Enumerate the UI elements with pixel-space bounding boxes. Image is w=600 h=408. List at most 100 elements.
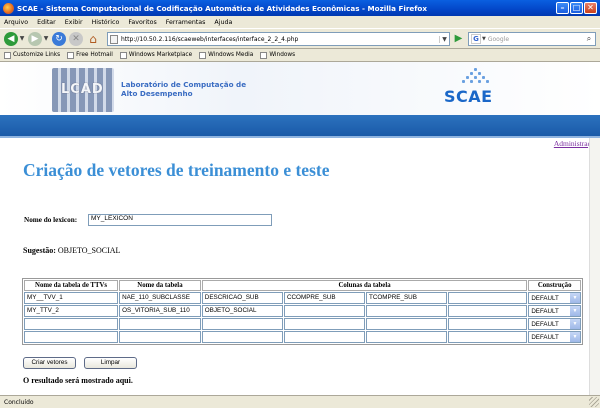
search-engine-dropdown-icon[interactable]: ▼ bbox=[482, 36, 486, 42]
search-input[interactable]: Google bbox=[488, 36, 509, 43]
lexicon-label: Nome do lexicon: bbox=[24, 216, 78, 224]
bookmark-windows-marketplace[interactable]: Windows Marketplace bbox=[119, 51, 192, 59]
menu-editar[interactable]: Editar bbox=[37, 19, 56, 26]
table-name-input[interactable] bbox=[119, 318, 201, 330]
result-text: O resultado será mostrado aqui. bbox=[23, 376, 133, 385]
header-ttv-name: Nome da tabela de TTVs bbox=[24, 280, 119, 291]
header-table-name: Nome da tabela bbox=[119, 280, 201, 291]
column-input-2[interactable] bbox=[283, 331, 365, 343]
column-input-3[interactable]: TCOMPRE_SUB bbox=[365, 292, 447, 304]
suggestion-label: Sugestão: bbox=[23, 246, 56, 255]
menu-ferramentas[interactable]: Ferramentas bbox=[166, 19, 206, 26]
lab-name: Laboratório de Computação de Alto Desemp… bbox=[121, 80, 247, 98]
site-banner: LCAD Laboratório de Computação de Alto D… bbox=[0, 62, 600, 115]
vertical-scrollbar[interactable] bbox=[589, 138, 600, 395]
ttv-name-input[interactable] bbox=[24, 331, 119, 343]
clear-button[interactable]: Limpar bbox=[84, 357, 137, 369]
close-button[interactable]: ✕ bbox=[584, 2, 597, 14]
table-name-input[interactable]: OS_VITORIA_SUB_110 bbox=[119, 305, 201, 317]
menu-bar: Arquivo Editar Exibir Histórico Favorito… bbox=[0, 16, 600, 28]
lcad-logo-text: LCAD bbox=[61, 82, 104, 97]
construction-select[interactable]: DEFAULT ▼ bbox=[528, 318, 581, 330]
bookmark-page-icon bbox=[199, 51, 207, 59]
table-name-input[interactable] bbox=[119, 331, 201, 343]
bookmark-page-icon bbox=[260, 51, 268, 59]
table-name-input[interactable]: NAE_110_SUBCLASSE bbox=[119, 292, 201, 304]
header-table-columns: Colunas da tabela bbox=[201, 280, 528, 291]
ttv-name-input[interactable]: MY_TTV_2 bbox=[24, 305, 119, 317]
table-row: MY__TVV_1 NAE_110_SUBCLASSE DESCRICAO_SU… bbox=[24, 292, 581, 304]
resize-grip-icon[interactable] bbox=[589, 397, 599, 407]
forward-arrow-icon[interactable]: ▶ bbox=[28, 31, 42, 46]
column-input-4[interactable] bbox=[447, 318, 528, 330]
column-input-1[interactable]: OBJETO_SOCIAL bbox=[201, 305, 283, 317]
bookmark-customize-links[interactable]: Customize Links bbox=[4, 51, 60, 59]
window-title: SCAE - Sistema Computacional de Codifica… bbox=[17, 3, 427, 13]
table-row: MY_TTV_2 OS_VITORIA_SUB_110 OBJETO_SOCIA… bbox=[24, 305, 581, 317]
maximize-button[interactable]: □ bbox=[570, 2, 583, 14]
suggestion-value: OBJETO_SOCIAL bbox=[57, 246, 121, 255]
column-input-3[interactable] bbox=[365, 305, 447, 317]
bookmark-free-hotmail[interactable]: Free Hotmail bbox=[67, 51, 113, 59]
home-icon[interactable]: ⌂ bbox=[86, 32, 100, 46]
search-box[interactable]: G ▼ Google ⌕ bbox=[468, 32, 596, 46]
address-bar[interactable]: http://10.50.2.116/scaeweb/interfaces/in… bbox=[107, 32, 450, 46]
ttv-name-input[interactable]: MY__TVV_1 bbox=[24, 292, 119, 304]
chevron-down-icon[interactable]: ▼ bbox=[570, 319, 580, 329]
menu-exibir[interactable]: Exibir bbox=[65, 19, 83, 26]
column-input-2[interactable] bbox=[283, 318, 365, 330]
bookmark-page-icon bbox=[4, 51, 11, 59]
stop-icon[interactable]: ✕ bbox=[69, 31, 83, 46]
forward-dropdown-icon[interactable]: ▼ bbox=[43, 32, 49, 46]
status-bar: Concluído bbox=[0, 395, 600, 408]
scae-dots-icon bbox=[458, 68, 494, 86]
back-arrow-icon[interactable]: ◀ bbox=[4, 31, 18, 46]
header-blue-bar bbox=[0, 115, 600, 136]
ttv-name-input[interactable] bbox=[24, 318, 119, 330]
address-dropdown-icon[interactable]: ▼ bbox=[439, 35, 449, 43]
suggestion: Sugestão: OBJETO_SOCIAL bbox=[23, 246, 120, 255]
bookmark-windows[interactable]: Windows bbox=[260, 51, 295, 59]
construction-select[interactable]: DEFAULT ▼ bbox=[528, 331, 581, 343]
bookmark-windows-media[interactable]: Windows Media bbox=[199, 51, 253, 59]
table-row: DEFAULT ▼ bbox=[24, 318, 581, 330]
google-icon[interactable]: G bbox=[471, 34, 481, 44]
column-input-4[interactable] bbox=[447, 305, 528, 317]
column-input-1[interactable] bbox=[201, 318, 283, 330]
chevron-down-icon[interactable]: ▼ bbox=[570, 332, 580, 342]
table-row: DEFAULT ▼ bbox=[24, 331, 581, 343]
menu-ajuda[interactable]: Ajuda bbox=[214, 19, 232, 26]
minimize-button[interactable]: – bbox=[556, 2, 569, 14]
column-input-2[interactable] bbox=[283, 305, 365, 317]
bookmark-page-icon bbox=[67, 51, 75, 59]
search-icon[interactable]: ⌕ bbox=[583, 34, 595, 44]
column-input-1[interactable]: DESCRICAO_SUB bbox=[201, 292, 283, 304]
column-input-4[interactable] bbox=[447, 292, 528, 304]
menu-favoritos[interactable]: Favoritos bbox=[128, 19, 156, 26]
bookmark-page-icon bbox=[119, 51, 127, 59]
chevron-down-icon[interactable]: ▼ bbox=[570, 293, 580, 303]
column-input-3[interactable] bbox=[365, 318, 447, 330]
header-construction: Construção bbox=[528, 280, 581, 291]
ttv-table: Nome da tabela de TTVs Nome da tabela Co… bbox=[22, 278, 583, 345]
go-icon[interactable]: ▶ bbox=[452, 33, 465, 45]
menu-historico[interactable]: Histórico bbox=[92, 19, 120, 26]
column-input-4[interactable] bbox=[447, 331, 528, 343]
page-viewport: LCAD Laboratório de Computação de Alto D… bbox=[0, 62, 600, 395]
column-input-2[interactable]: CCOMPRE_SUB bbox=[283, 292, 365, 304]
scae-logo: SCAE bbox=[444, 87, 493, 106]
status-text: Concluído bbox=[4, 398, 34, 406]
construction-select[interactable]: DEFAULT ▼ bbox=[528, 292, 581, 304]
chevron-down-icon[interactable]: ▼ bbox=[570, 306, 580, 316]
create-vectors-button[interactable]: Criar vetores bbox=[23, 357, 76, 369]
column-input-1[interactable] bbox=[201, 331, 283, 343]
lexicon-input[interactable]: MY_LEXICON bbox=[88, 214, 272, 226]
menu-arquivo[interactable]: Arquivo bbox=[4, 19, 28, 26]
column-input-3[interactable] bbox=[365, 331, 447, 343]
back-dropdown-icon[interactable]: ▼ bbox=[19, 32, 25, 46]
address-input[interactable]: http://10.50.2.116/scaeweb/interfaces/in… bbox=[121, 36, 439, 43]
bookmarks-toolbar: Customize Links Free Hotmail Windows Mar… bbox=[0, 49, 600, 62]
reload-icon[interactable]: ↻ bbox=[52, 31, 66, 46]
page-title: Criação de vetores de treinamento e test… bbox=[23, 160, 330, 180]
construction-select[interactable]: DEFAULT ▼ bbox=[528, 305, 581, 317]
